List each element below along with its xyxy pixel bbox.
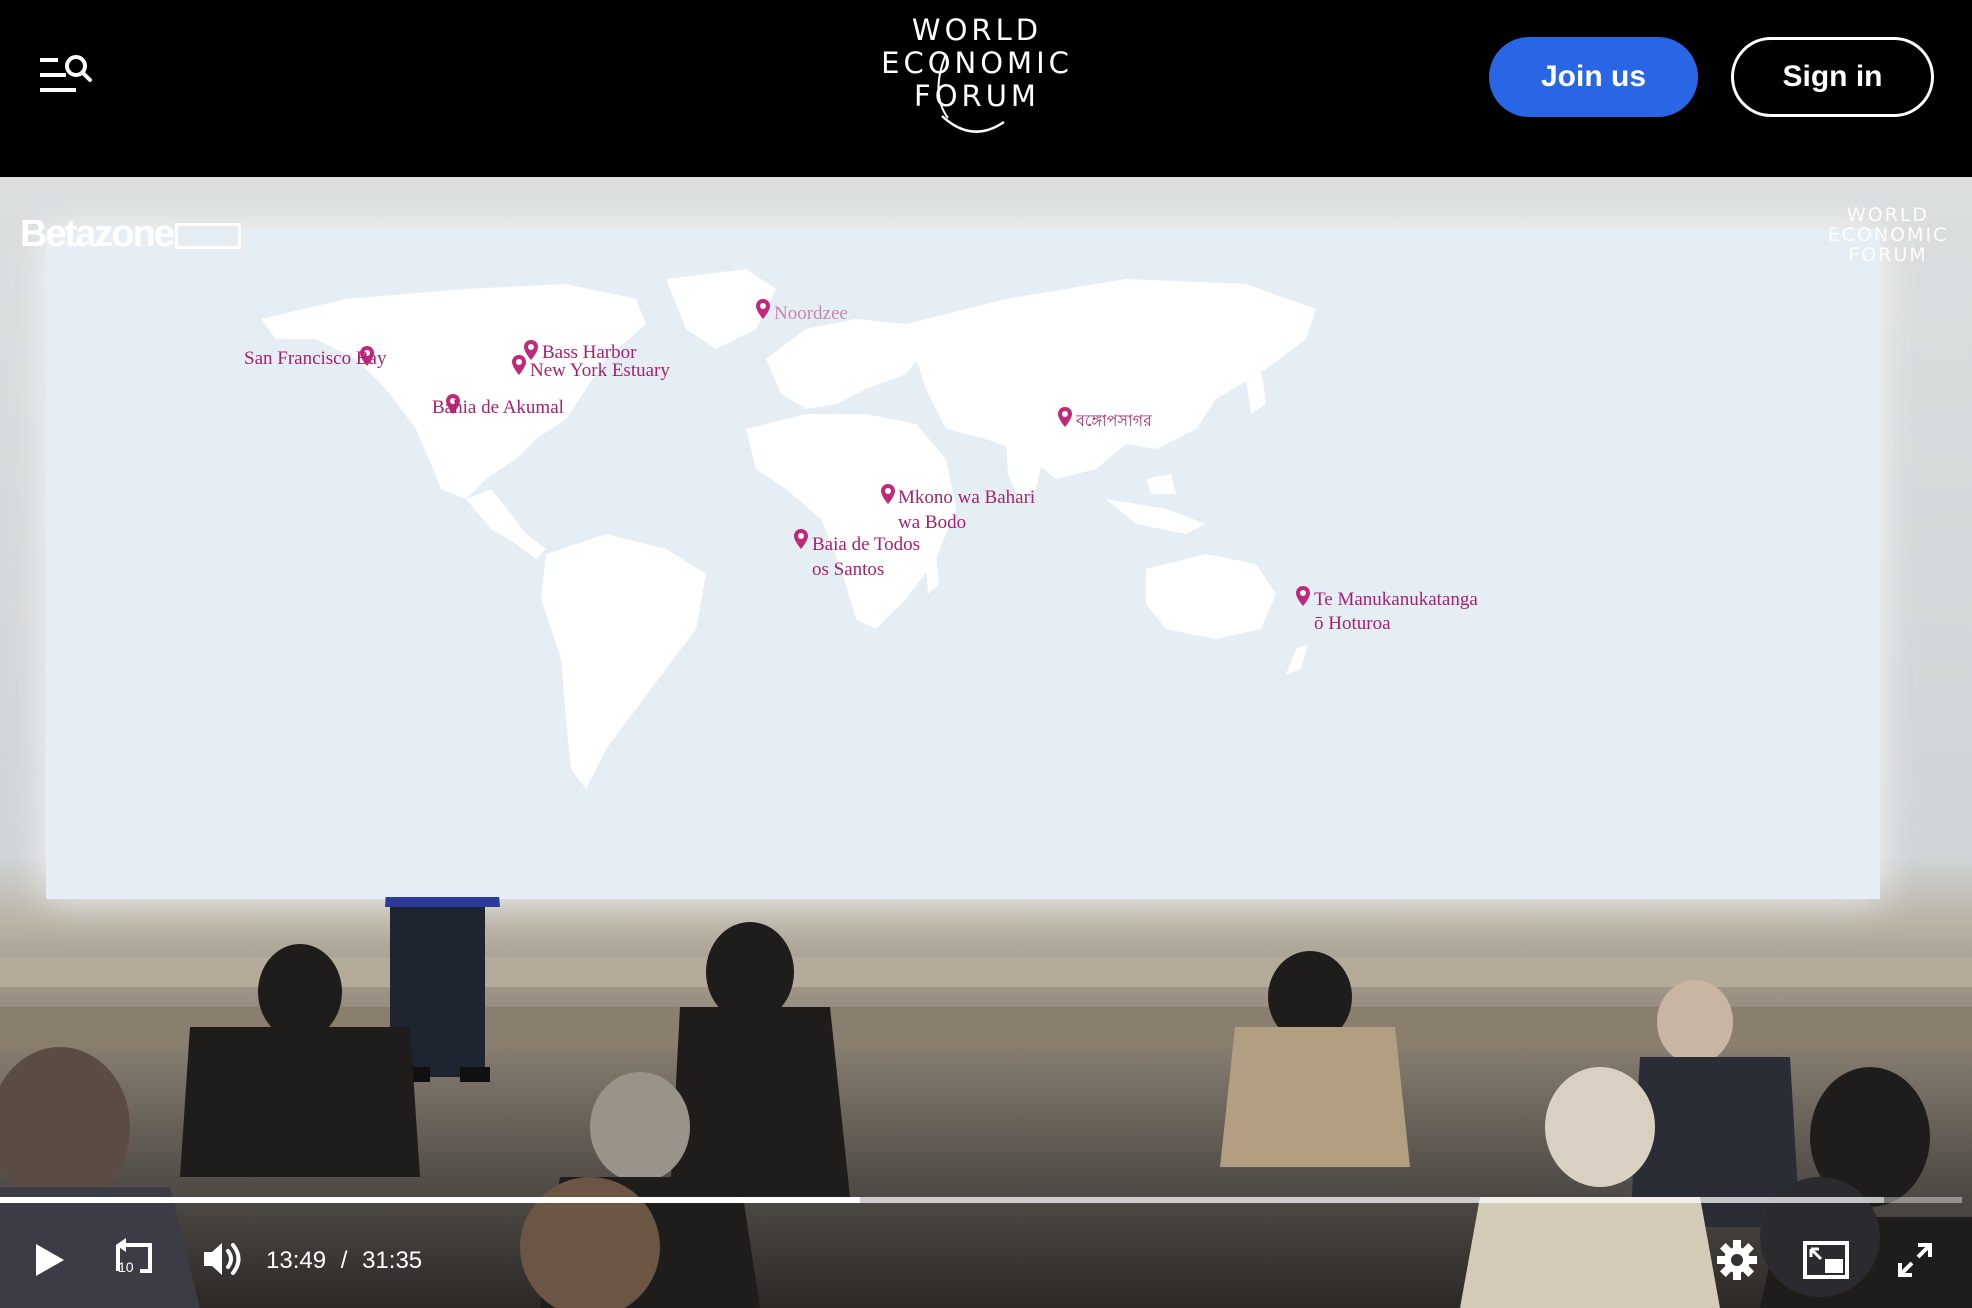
map-label: Baia de Todos [812, 534, 921, 555]
map-pin-icon [524, 340, 538, 360]
sign-in-button[interactable]: Sign in [1731, 37, 1934, 117]
map-pin-icon [512, 355, 526, 375]
time-display: 13:49 / 31:35 [266, 1247, 422, 1275]
betazone-box-icon [174, 222, 241, 249]
settings-icon[interactable] [1716, 1239, 1758, 1281]
rewind-seconds-label: 10 [118, 1259, 134, 1275]
wef-logo[interactable]: WORLD ECONOMIC FORUM [872, 14, 1082, 144]
map-label: New York Estuary [530, 360, 670, 381]
world-map-image [261, 269, 1316, 789]
betazone-watermark: Betazone [20, 213, 241, 256]
menu-search-icon [40, 55, 92, 92]
progress-fill [0, 1197, 861, 1203]
logo-swoosh-icon [937, 53, 1005, 133]
map-label: Noordzee [774, 303, 848, 324]
map-label: ō Hoturoa [1314, 613, 1391, 634]
wef-watermark-line-3: FORUM [1848, 244, 1928, 266]
duration: 31:35 [362, 1247, 423, 1274]
wef-watermark-line-2: ECONOMIC [1827, 224, 1949, 246]
menu-search-button[interactable] [36, 52, 96, 102]
video-player[interactable]: San Francisco Bay Bass Harbor New York E… [0, 177, 1972, 1308]
join-us-button[interactable]: Join us [1489, 37, 1698, 117]
rewind-10-button[interactable]: 10 [112, 1235, 158, 1281]
map-pin-icon [881, 484, 895, 504]
map-label: বঙ্গোপসাগর [1076, 411, 1152, 430]
fullscreen-icon[interactable] [1896, 1241, 1934, 1279]
map-pin-icon [1296, 586, 1310, 606]
map-pin-icon [1058, 407, 1072, 427]
video-progress-bar[interactable] [0, 1197, 1962, 1203]
map-label: Bahia de Akumal [432, 397, 564, 418]
map-label: os Santos [812, 559, 885, 580]
current-time: 13:49 [266, 1247, 327, 1274]
map-label: San Francisco Bay [244, 348, 387, 369]
time-separator: / [340, 1247, 348, 1274]
betazone-watermark-text: Betazone [20, 213, 175, 255]
wef-watermark-line-1: WORLD [1846, 204, 1930, 226]
site-header: WORLD ECONOMIC FORUM Join us Sign in [0, 0, 1972, 177]
map-label: Mkono wa Bahari [898, 487, 1036, 508]
map-pin-icon [756, 299, 770, 319]
play-icon[interactable] [32, 1240, 68, 1280]
wef-watermark: WORLD ECONOMIC FORUM [1818, 205, 1958, 265]
map-label: Te Manukanukatanga [1314, 589, 1478, 610]
map-pin-icon [794, 529, 808, 549]
miniplayer-icon[interactable] [1803, 1241, 1849, 1279]
volume-icon[interactable] [200, 1237, 246, 1281]
projection-screen: San Francisco Bay Bass Harbor New York E… [46, 229, 1880, 899]
